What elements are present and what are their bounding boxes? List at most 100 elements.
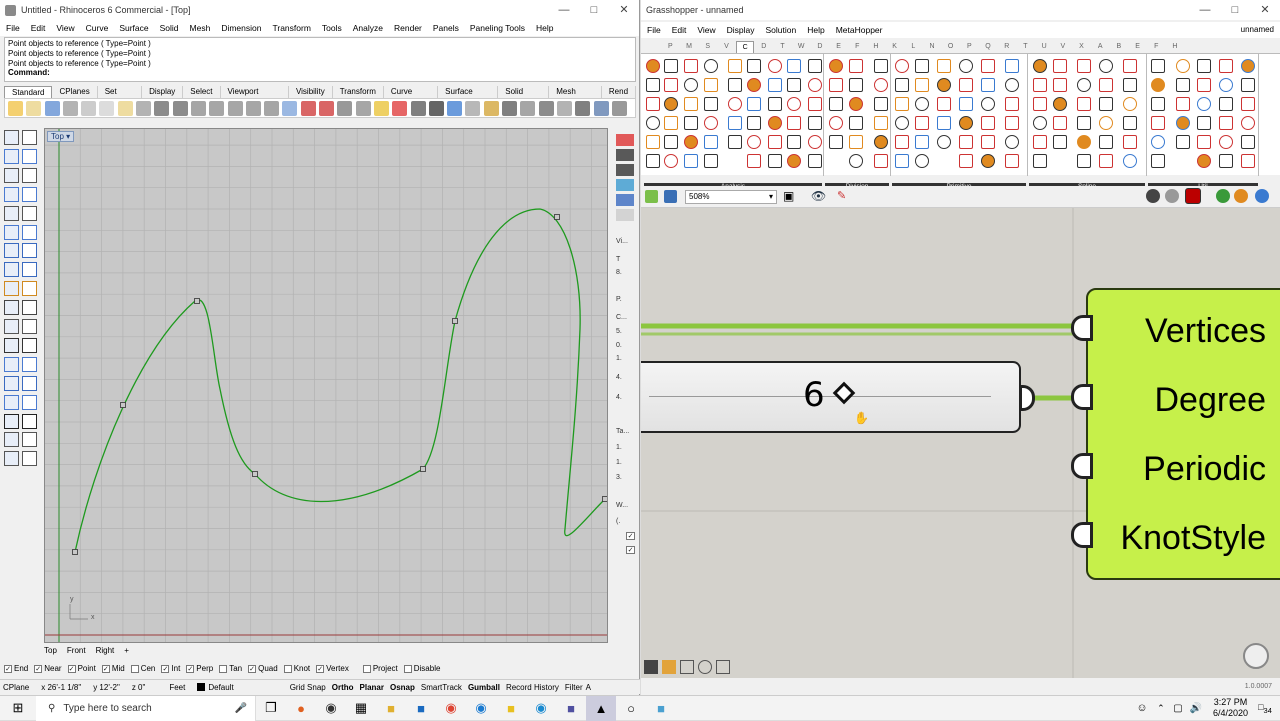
menu-item-surface[interactable]: Surface xyxy=(119,23,148,33)
gh-tab[interactable]: V xyxy=(1053,41,1072,53)
network-icon[interactable]: ▢ xyxy=(1169,696,1187,721)
menu-item-paneling-tools[interactable]: Paneling Tools xyxy=(470,23,525,33)
gh-menu-item-display[interactable]: Display xyxy=(727,25,755,35)
gh-component-icon[interactable] xyxy=(849,116,863,130)
gh-component-icon[interactable] xyxy=(1123,116,1137,130)
gh-menu-item-file[interactable]: File xyxy=(647,25,661,35)
left-tool-icon[interactable] xyxy=(4,451,19,467)
gh-component-icon[interactable] xyxy=(808,78,822,92)
toolbar-tool-icon[interactable] xyxy=(373,100,389,116)
gh-component-icon[interactable] xyxy=(1219,78,1233,92)
gh-component-icon[interactable] xyxy=(1241,116,1255,130)
planar-toggle[interactable]: Planar xyxy=(360,683,384,692)
osnap-checkbox[interactable]: ✓ xyxy=(34,664,43,673)
toolbar-tool-icon[interactable] xyxy=(556,100,572,116)
left-tool-icon[interactable] xyxy=(22,243,37,259)
gh-component-icon[interactable] xyxy=(1151,135,1165,149)
left-tool-icon[interactable] xyxy=(22,205,37,221)
left-tool-icon[interactable] xyxy=(4,167,19,183)
gh-component-icon[interactable] xyxy=(808,97,822,111)
input-port-vertices[interactable] xyxy=(1071,315,1093,341)
maximize-icon[interactable]: □ xyxy=(1220,0,1250,20)
canvas-tool-icon[interactable] xyxy=(644,660,658,674)
gh-component-icon[interactable] xyxy=(1151,97,1165,111)
left-tool-icon[interactable] xyxy=(22,300,37,316)
gh-component-icon[interactable] xyxy=(874,78,888,92)
gh-component-icon[interactable] xyxy=(664,154,678,168)
gh-component-icon[interactable] xyxy=(1077,116,1091,130)
menu-item-view[interactable]: View xyxy=(56,23,74,33)
gh-component-icon[interactable] xyxy=(787,135,801,149)
gh-component-icon[interactable] xyxy=(1123,59,1137,73)
gh-tab[interactable]: A xyxy=(1091,41,1110,53)
gh-component-icon[interactable] xyxy=(747,116,761,130)
gh-component-icon[interactable] xyxy=(1099,59,1113,73)
gh-component-icon[interactable] xyxy=(1099,116,1113,130)
outlook-icon[interactable]: ■ xyxy=(406,696,436,721)
gh-component-icon[interactable] xyxy=(684,116,698,130)
gh-component-icon[interactable] xyxy=(808,116,822,130)
gh-component-icon[interactable] xyxy=(704,59,718,73)
gh-tab[interactable]: R xyxy=(997,41,1016,53)
osnap-cen[interactable]: Cen xyxy=(130,664,155,673)
gh-component-icon[interactable] xyxy=(829,135,843,149)
toolbar-tab-display[interactable]: Display xyxy=(142,86,184,98)
gh-component-icon[interactable] xyxy=(1241,59,1255,73)
toolbar-tool-icon[interactable] xyxy=(227,100,243,116)
gh-component-icon[interactable] xyxy=(1099,78,1113,92)
gh-component-icon[interactable] xyxy=(959,154,973,168)
gh-component-icon[interactable] xyxy=(959,97,973,111)
gh-component-icon[interactable] xyxy=(1151,116,1165,130)
status-cplane[interactable]: CPlane xyxy=(3,683,29,692)
preview-off-icon[interactable] xyxy=(1185,188,1201,204)
gh-component-icon[interactable] xyxy=(1241,78,1255,92)
curve-point[interactable] xyxy=(194,298,200,304)
gh-component-icon[interactable] xyxy=(981,154,995,168)
toolbar-tool-icon[interactable] xyxy=(209,100,225,116)
gh-menu-item-solution[interactable]: Solution xyxy=(766,25,797,35)
gh-component-icon[interactable] xyxy=(915,78,929,92)
gh-component-icon[interactable] xyxy=(1077,154,1091,168)
close-icon[interactable]: ✕ xyxy=(1250,0,1280,20)
gh-component-icon[interactable] xyxy=(1123,97,1137,111)
osnap-checkbox[interactable] xyxy=(362,664,371,673)
gh-component-icon[interactable] xyxy=(646,59,660,73)
gh-menu-item-metahopper[interactable]: MetaHopper xyxy=(836,25,883,35)
gh-component-icon[interactable] xyxy=(646,78,660,92)
gh-component-icon[interactable] xyxy=(959,59,973,73)
gh-component-icon[interactable] xyxy=(1219,59,1233,73)
left-tool-icon[interactable] xyxy=(22,186,37,202)
command-history[interactable]: Point objects to reference ( Type=Point … xyxy=(4,37,636,82)
osnap-toggle[interactable]: Osnap xyxy=(390,683,415,692)
gh-tab[interactable]: L xyxy=(904,41,923,53)
toolbar-tool-icon[interactable] xyxy=(355,100,371,116)
toolbar-tool-icon[interactable] xyxy=(502,100,518,116)
osnap-checkbox[interactable]: ✓ xyxy=(186,664,195,673)
menu-item-file[interactable]: File xyxy=(6,23,20,33)
toolbar-tab-visibility[interactable]: Visibility xyxy=(289,86,333,98)
gh-menu-item-help[interactable]: Help xyxy=(807,25,824,35)
taskbar-search[interactable]: ⚲ Type here to search 🎤 xyxy=(36,695,256,721)
gh-component-icon[interactable] xyxy=(1077,78,1091,92)
status-layer[interactable]: Default xyxy=(208,683,233,692)
toolbar-tool-icon[interactable] xyxy=(538,100,554,116)
gh-component-icon[interactable] xyxy=(849,59,863,73)
gh-component-icon[interactable] xyxy=(684,154,698,168)
input-port-degree[interactable] xyxy=(1071,384,1093,410)
panel-icon[interactable] xyxy=(616,149,634,161)
left-tool-icon[interactable] xyxy=(4,186,19,202)
nurbs-curve[interactable] xyxy=(74,208,606,553)
canvas-tool-icon[interactable] xyxy=(716,660,730,674)
gh-component-icon[interactable] xyxy=(959,78,973,92)
gh-tab[interactable]: H xyxy=(867,41,886,53)
left-tool-icon[interactable] xyxy=(4,337,19,353)
gh-component-icon[interactable] xyxy=(1197,135,1211,149)
left-tool-icon[interactable] xyxy=(22,394,37,410)
gh-component-icon[interactable] xyxy=(768,116,782,130)
input-port-knotstyle[interactable] xyxy=(1071,522,1093,548)
gh-component-icon[interactable] xyxy=(829,116,843,130)
gh-component-icon[interactable] xyxy=(704,135,718,149)
gh-component-icon[interactable] xyxy=(1197,116,1211,130)
gh-component-icon[interactable] xyxy=(849,154,863,168)
left-tool-icon[interactable] xyxy=(4,262,19,278)
